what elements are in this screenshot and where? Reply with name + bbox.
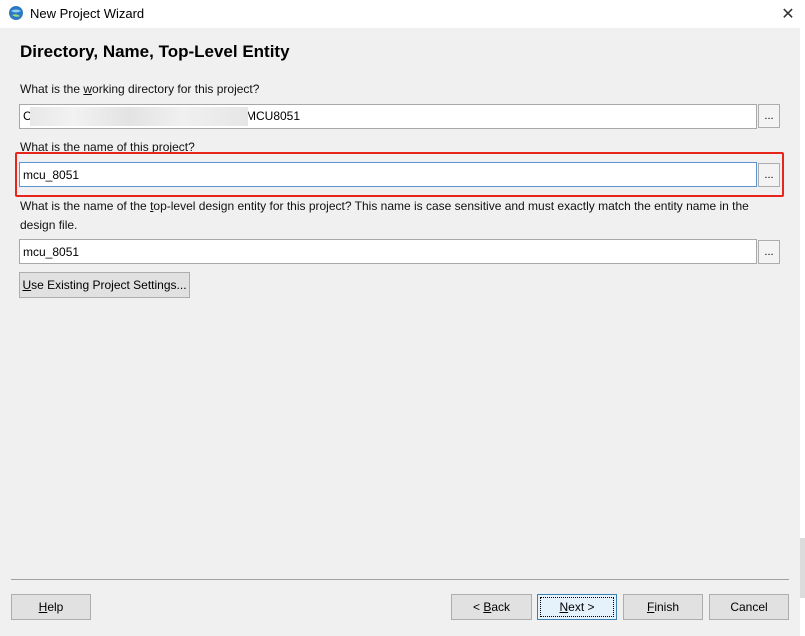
top-level-entity-input[interactable] — [19, 239, 757, 264]
help-button[interactable]: Help — [11, 594, 91, 620]
project-name-input[interactable] — [19, 162, 757, 187]
cancel-button[interactable]: Cancel — [709, 594, 789, 620]
working-directory-value-end: MCU8051 — [246, 109, 301, 123]
back-button[interactable]: < Back — [451, 594, 532, 620]
title-bar: New Project Wizard ✕ — [0, 0, 805, 28]
app-globe-icon — [9, 6, 23, 20]
footer-separator — [11, 579, 789, 580]
close-icon[interactable]: ✕ — [771, 0, 805, 28]
use-existing-settings-button[interactable]: Use Existing Project Settings... — [19, 272, 190, 298]
redacted-path-mask — [30, 107, 248, 126]
browse-entity-button[interactable]: ... — [758, 240, 780, 264]
window-title: New Project Wizard — [30, 6, 145, 21]
next-button[interactable]: Next > — [537, 594, 617, 620]
window-edge — [800, 28, 805, 636]
top-level-entity-label: What is the name of the top-level design… — [20, 199, 749, 232]
project-name-label: What is the name of this project? — [20, 140, 195, 154]
page-title: Directory, Name, Top-Level Entity — [20, 42, 290, 61]
working-directory-label: What is the working directory for this p… — [20, 82, 260, 96]
finish-button[interactable]: Finish — [623, 594, 703, 620]
browse-project-name-button[interactable]: ... — [758, 163, 780, 187]
browse-directory-button[interactable]: ... — [758, 104, 780, 128]
